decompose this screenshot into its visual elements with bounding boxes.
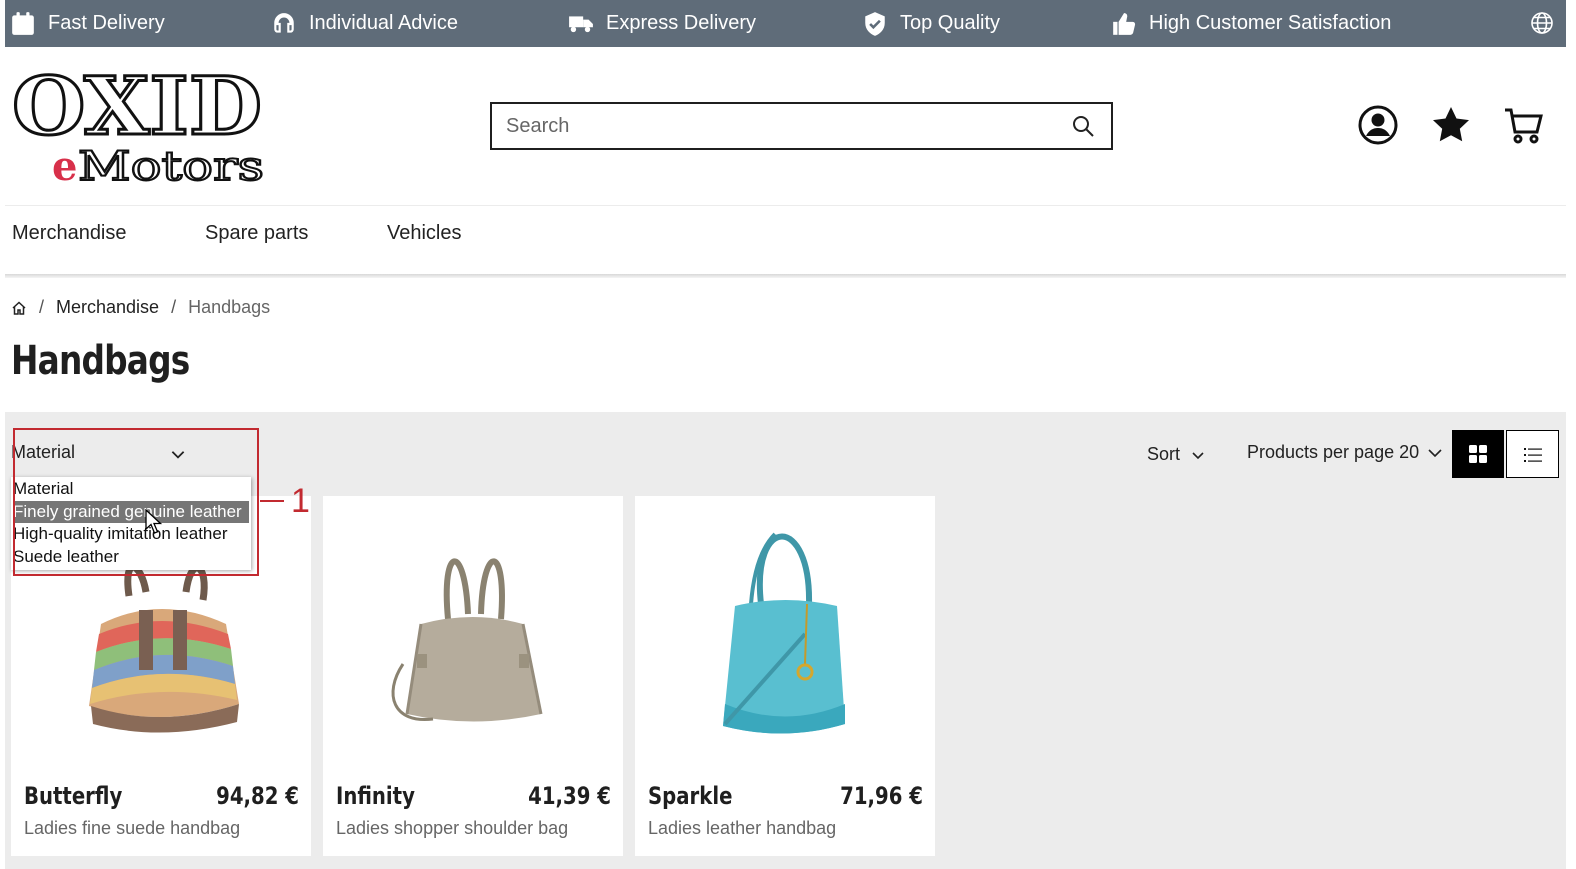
globe-icon[interactable] bbox=[1530, 11, 1554, 35]
product-card[interactable]: Infinity 41,39 € Ladies shopper shoulder… bbox=[323, 496, 623, 856]
sort-dropdown[interactable]: Sort bbox=[1147, 444, 1206, 465]
logo-sub-text: Motors bbox=[78, 144, 264, 188]
shield-check-icon bbox=[865, 11, 885, 36]
annotation-number: 1 bbox=[291, 482, 310, 520]
annotation-highlight-box bbox=[13, 428, 259, 576]
search-input[interactable] bbox=[492, 104, 1052, 148]
product-description: Ladies fine suede handbag bbox=[24, 818, 241, 838]
product-name[interactable]: Butterfly bbox=[24, 782, 122, 810]
breadcrumb-link-merchandise[interactable]: Merchandise bbox=[56, 297, 159, 318]
mouse-cursor-icon bbox=[145, 509, 163, 534]
usp-label: Top Quality bbox=[900, 12, 1001, 34]
home-icon[interactable] bbox=[11, 300, 27, 316]
grid-view-button[interactable] bbox=[1452, 430, 1504, 478]
product-name[interactable]: Infinity bbox=[336, 782, 415, 810]
usp-label: Express Delivery bbox=[606, 12, 757, 34]
usp-express-delivery: Express Delivery bbox=[568, 0, 756, 47]
nav-shadow bbox=[5, 274, 1566, 278]
product-price: 94,82 € bbox=[216, 782, 299, 810]
product-price: 71,96 € bbox=[840, 782, 923, 810]
usp-bar: Fast Delivery Individual Advice Express … bbox=[5, 0, 1566, 47]
nav-item-spare-parts[interactable]: Spare parts bbox=[205, 222, 308, 245]
truck-icon bbox=[569, 15, 593, 32]
nav-item-vehicles[interactable]: Vehicles bbox=[387, 222, 462, 245]
chevron-down-icon bbox=[1192, 451, 1204, 459]
account-icon[interactable] bbox=[1357, 104, 1399, 146]
product-description: Ladies shopper shoulder bag bbox=[336, 818, 569, 838]
product-price: 41,39 € bbox=[528, 782, 611, 810]
calendar-icon bbox=[12, 11, 34, 35]
list-icon bbox=[1524, 448, 1542, 462]
search-bar bbox=[490, 102, 1113, 150]
page-title: Handbags bbox=[11, 338, 190, 384]
usp-label: High Customer Satisfaction bbox=[1149, 12, 1392, 34]
sort-label: Sort bbox=[1147, 444, 1181, 464]
shop-page: Fast Delivery Individual Advice Express … bbox=[5, 0, 1566, 869]
product-name[interactable]: Sparkle bbox=[648, 782, 732, 810]
logo-main-text: OXID bbox=[12, 68, 262, 153]
breadcrumb-current: Handbags bbox=[188, 297, 271, 317]
usp-customer-satisfaction: High Customer Satisfaction bbox=[1111, 0, 1391, 47]
usp-label: Fast Delivery bbox=[48, 12, 165, 34]
thumbs-up-icon bbox=[1113, 12, 1136, 35]
annotation-leader-line bbox=[260, 500, 284, 502]
product-description: Ladies leather handbag bbox=[648, 818, 837, 838]
headset-icon bbox=[274, 12, 294, 33]
product-image-sparkle[interactable] bbox=[685, 514, 885, 744]
breadcrumb: / Merchandise / Handbags bbox=[11, 297, 270, 318]
logo-accent-text: e bbox=[52, 143, 77, 188]
product-card[interactable]: Sparkle 71,96 € Ladies leather handbag bbox=[635, 496, 935, 856]
header-divider bbox=[5, 205, 1566, 206]
wishlist-star-icon[interactable] bbox=[1430, 104, 1472, 146]
usp-label: Individual Advice bbox=[309, 12, 458, 34]
products-per-page-dropdown[interactable]: Products per page 20 bbox=[1247, 442, 1443, 463]
chevron-down-icon bbox=[1428, 448, 1442, 457]
products-per-page-label: Products per page 20 bbox=[1247, 442, 1420, 462]
search-icon[interactable] bbox=[1071, 114, 1095, 138]
breadcrumb-separator: / bbox=[171, 297, 177, 317]
usp-fast-delivery: Fast Delivery bbox=[10, 0, 165, 47]
nav-item-merchandise[interactable]: Merchandise bbox=[12, 222, 127, 245]
usp-top-quality: Top Quality bbox=[862, 0, 1000, 47]
list-view-button[interactable] bbox=[1506, 430, 1559, 478]
cart-icon[interactable] bbox=[1503, 104, 1545, 146]
product-image-infinity[interactable] bbox=[373, 514, 573, 744]
breadcrumb-separator: / bbox=[39, 297, 45, 317]
shop-logo[interactable]: OXID e Motors bbox=[10, 68, 270, 188]
grid-icon bbox=[1469, 445, 1487, 463]
usp-individual-advice: Individual Advice bbox=[271, 0, 458, 47]
